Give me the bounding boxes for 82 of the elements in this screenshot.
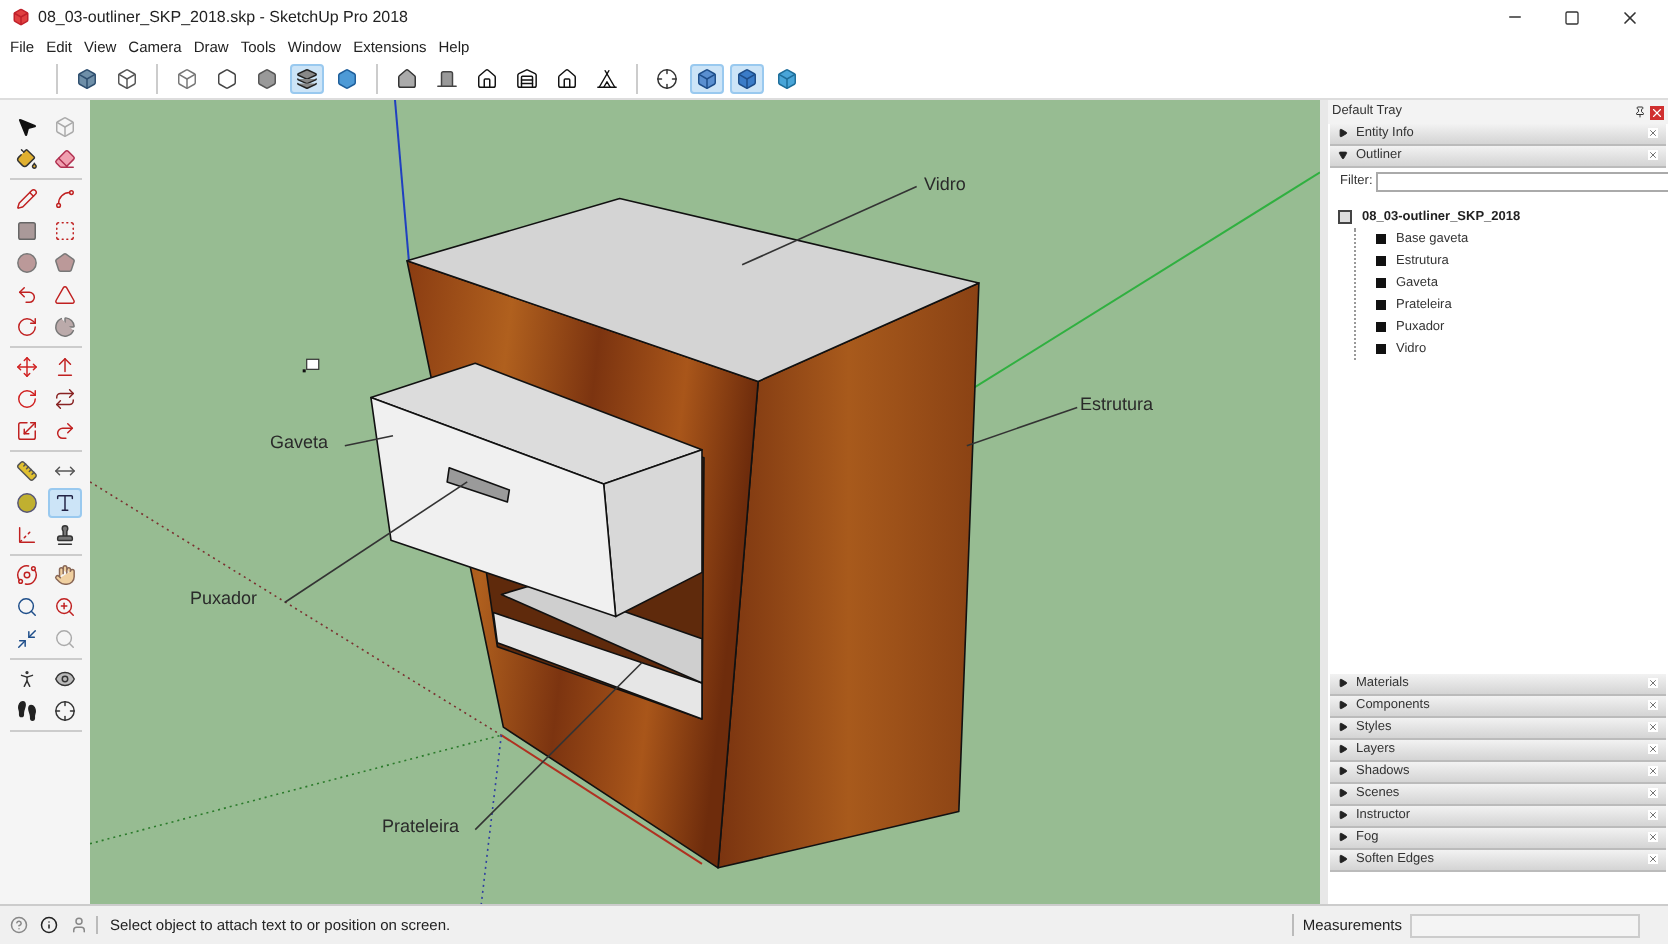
tent-icon: [596, 68, 618, 90]
tool-button[interactable]: [730, 64, 764, 94]
push-pull-icon: [53, 356, 75, 378]
rotate-icon: [15, 388, 37, 410]
crosshair-icon: [656, 68, 678, 90]
cube-icon: [76, 68, 98, 90]
square-icon: [15, 220, 37, 242]
component-icon: [1376, 344, 1386, 354]
pentagon-icon: [53, 252, 75, 274]
cube-icon: [176, 68, 198, 90]
orbit-icon: [15, 564, 37, 586]
model-viewport[interactable]: Vidro Estrutura Gaveta Puxador Prateleira: [90, 100, 1320, 904]
hexagon-icon: [216, 68, 238, 90]
hexagon-icon: [336, 68, 358, 90]
dashed-square-icon: [53, 220, 75, 242]
arc-icon: [15, 316, 37, 338]
text-cursor-icon: [302, 358, 320, 373]
tool-button[interactable]: [290, 64, 324, 94]
maximize-icon[interactable]: [1564, 9, 1580, 25]
window-title: 08_03-outliner_SKP_2018.skp - SketchUp Pro 2018: [38, 5, 409, 29]
zoom-icon: [15, 596, 37, 618]
leader-line: [344, 434, 394, 447]
cube-icon: [736, 68, 758, 90]
info-icon[interactable]: [40, 916, 58, 934]
footprints-icon: [15, 700, 37, 722]
annotation-label: Vidro: [924, 176, 966, 194]
help-icon[interactable]: [10, 916, 28, 934]
component-icon: [1376, 300, 1386, 310]
stamp-icon: [53, 524, 75, 546]
door-icon: [436, 68, 458, 90]
house-icon: [396, 68, 418, 90]
zoom-extents-icon: [15, 628, 37, 650]
text-icon: [53, 492, 75, 514]
arc-icon: [15, 284, 37, 306]
user-icon[interactable]: [70, 916, 88, 934]
model-icon: [1338, 210, 1352, 224]
curve-icon: [53, 188, 75, 210]
pie-icon: [53, 316, 75, 338]
crosshair-icon: [53, 700, 75, 722]
repeat-icon: [53, 388, 75, 410]
eraser-icon: [53, 148, 75, 170]
pencil-icon: [15, 188, 37, 210]
paint-bucket-icon: [15, 148, 37, 170]
circle-icon: [15, 252, 37, 274]
scale-icon: [15, 420, 37, 442]
hexagon-icon: [256, 68, 278, 90]
person-icon: [15, 668, 37, 690]
component-icon: [1376, 256, 1386, 266]
zoom-icon: [53, 596, 75, 618]
pointer-icon: [15, 116, 37, 138]
collapsed-arrow-icon: [1338, 128, 1348, 139]
annotation-label: Estrutura: [1080, 396, 1154, 414]
cube-icon: [116, 68, 138, 90]
cube-icon: [696, 68, 718, 90]
app-logo-icon: [12, 8, 30, 26]
pin-icon[interactable]: [1634, 106, 1646, 118]
warehouse-icon: [516, 68, 538, 90]
triangle-icon: [53, 284, 75, 306]
component-icon: [1376, 234, 1386, 244]
cube-icon: [776, 68, 798, 90]
hand-icon: [53, 564, 75, 586]
tool-button[interactable]: [47, 488, 81, 518]
layers-icon: [296, 68, 318, 90]
annotation-label: Gaveta: [270, 434, 329, 452]
house-icon: [556, 68, 578, 90]
zoom-icon: [53, 628, 75, 650]
close-icon[interactable]: [1620, 7, 1640, 27]
leader-line: [966, 406, 1078, 447]
expanded-arrow-icon: [1338, 150, 1348, 161]
annotation-label: Prateleira: [382, 818, 460, 836]
axes-icon: [15, 524, 37, 546]
component-icon: [1376, 322, 1386, 332]
component-icon: [1376, 278, 1386, 288]
arc-icon: [53, 420, 75, 442]
house-icon: [476, 68, 498, 90]
tape-measure-icon: [15, 460, 37, 482]
annotation-label: Puxador: [190, 590, 258, 608]
tool-button[interactable]: [690, 64, 724, 94]
eye-icon: [53, 668, 75, 690]
cube-icon: [53, 116, 75, 138]
measurements-field[interactable]: [1410, 913, 1640, 937]
move-icon: [15, 356, 37, 378]
